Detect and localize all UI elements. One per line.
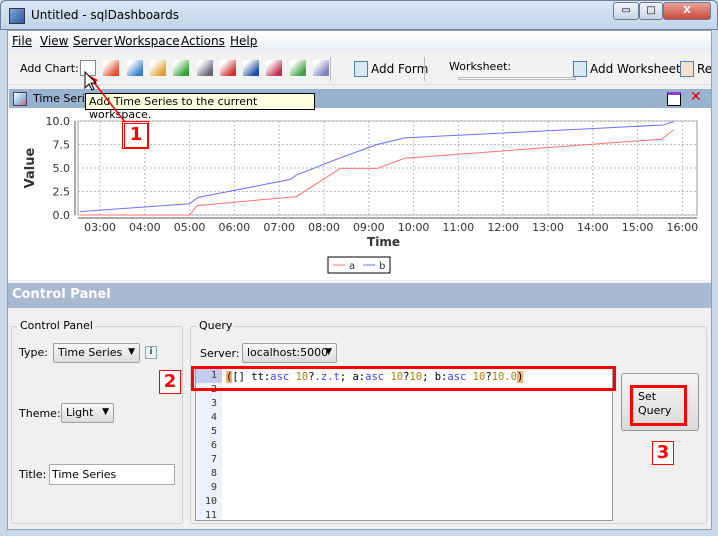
- y-axis-label: Value: [23, 147, 38, 188]
- legend-label-a: a: [349, 261, 355, 272]
- add-worksheet-button[interactable]: Add Worksheet: [573, 59, 681, 79]
- line-number: 5: [210, 426, 217, 437]
- line-number: 7: [210, 454, 217, 465]
- x-axis-label: Time: [367, 235, 400, 249]
- line-number: 4: [210, 412, 217, 423]
- line-number: 3: [210, 398, 217, 409]
- candlestick-icon[interactable]: [173, 60, 190, 76]
- annotation-2: 2: [159, 370, 181, 394]
- chevron-down-icon: ▼: [128, 347, 135, 357]
- line-number-gutter: 1 2 3 4 5 6 7 8 9 10 11: [196, 369, 222, 521]
- y-tick-label: 7.5: [53, 139, 71, 152]
- theme-label: Theme:: [19, 407, 61, 420]
- worksheet-label: Worksheet:: [449, 60, 512, 73]
- remove-worksheet-button[interactable]: Rem: [680, 59, 711, 79]
- x-tick-label: 09:00: [353, 221, 385, 234]
- set-query-button[interactable]: Set Query: [621, 373, 699, 431]
- theme-select[interactable]: Light ▼: [61, 403, 114, 423]
- control-panel-group-title: Control Panel: [18, 319, 95, 332]
- line-number: 10: [204, 496, 217, 507]
- type-select[interactable]: Time Series ▼: [53, 343, 140, 363]
- highlight-box-2: [191, 366, 616, 391]
- x-tick-label: 16:00: [667, 221, 699, 234]
- x-tick-label: 07:00: [263, 221, 295, 234]
- add-form-label: Add Form: [371, 62, 429, 76]
- type-label: Type:: [19, 346, 48, 359]
- server-value: localhost:5000: [247, 346, 329, 359]
- line-number: 9: [210, 482, 217, 493]
- type-value: Time Series: [58, 346, 123, 359]
- add-form-button[interactable]: Add Form: [354, 59, 428, 79]
- annotation-arrow: [84, 70, 126, 123]
- menu-view[interactable]: View: [40, 34, 68, 48]
- divider: [424, 57, 425, 81]
- x-tick-label: 14:00: [577, 221, 609, 234]
- title-label: Title:: [19, 468, 47, 481]
- set-query-label: Set Query: [630, 385, 687, 426]
- time-series-icon: [13, 92, 27, 106]
- table-icon[interactable]: [196, 60, 213, 76]
- window-title: Untitled - sqlDashboards: [31, 8, 179, 22]
- chevron-down-icon: ▼: [325, 347, 332, 357]
- x-tick-label: 06:00: [219, 221, 251, 234]
- x-tick-label: 08:00: [308, 221, 340, 234]
- mouse-cursor-icon: [84, 70, 98, 91]
- menu-bar: File View Server Workspace Actions Help: [8, 31, 711, 51]
- scatter-icon[interactable]: [313, 60, 329, 76]
- maximize-button[interactable]: □: [639, 2, 663, 20]
- line-number: 6: [210, 440, 217, 451]
- x-tick-label: 03:00: [84, 221, 116, 234]
- menu-server[interactable]: Server: [73, 34, 112, 48]
- line-number: 8: [210, 468, 217, 479]
- x-tick-label: 15:00: [622, 221, 654, 234]
- query-group-title: Query: [197, 319, 235, 332]
- server-label: Server:: [200, 347, 240, 360]
- close-button[interactable]: X: [663, 2, 711, 20]
- menu-workspace[interactable]: Workspace: [114, 34, 180, 48]
- chart-svg: 0.0 2.5 5.0 7.5 10.0 03:00 04:00 05:00 06:00 07:0…: [23, 115, 699, 274]
- menu-help[interactable]: Help: [230, 34, 257, 48]
- time-series-chart: 0.0 2.5 5.0 7.5 10.0 03:00 04:00 05:00 06:00 07:0…: [8, 108, 711, 280]
- title-input[interactable]: [49, 464, 175, 485]
- x-tick-label: 10:00: [398, 221, 430, 234]
- form-icon: [354, 61, 368, 77]
- y-tick-label: 10.0: [46, 115, 71, 128]
- menu-actions[interactable]: Actions: [181, 34, 225, 48]
- legend-label-b: b: [379, 261, 385, 272]
- y-tick-label: 5.0: [53, 162, 71, 175]
- x-tick-label: 04:00: [129, 221, 161, 234]
- worksheet-tabs[interactable]: [458, 77, 576, 80]
- info-icon[interactable]: i: [145, 346, 157, 359]
- server-select[interactable]: localhost:5000 ▼: [242, 343, 337, 363]
- x-tick-label: 05:00: [174, 221, 206, 234]
- remove-worksheet-label: Rem: [697, 62, 711, 76]
- app-icon: [9, 8, 25, 24]
- line-chart-icon[interactable]: [266, 60, 283, 76]
- line-number: 11: [204, 510, 217, 521]
- x-tick-label: 11:00: [443, 221, 475, 234]
- divider: [330, 57, 331, 81]
- y-tick-label: 0.0: [53, 209, 71, 222]
- heatmap-icon[interactable]: [219, 60, 236, 76]
- minimize-button[interactable]: ▭: [613, 2, 639, 20]
- y-tick-label: 2.5: [53, 186, 71, 199]
- title-bar: Untitled - sqlDashboards ▭ □ X: [0, 0, 718, 30]
- pie-chart-icon[interactable]: [289, 60, 306, 76]
- control-panel-group: Control Panel Type: Time Series ▼ i Theme…: [11, 319, 183, 524]
- worksheet-remove-icon: [680, 61, 694, 77]
- maximize-frame-icon[interactable]: [667, 92, 681, 106]
- close-frame-icon[interactable]: ✕: [690, 89, 702, 105]
- chevron-down-icon: ▼: [102, 407, 109, 417]
- histogram-icon[interactable]: [243, 60, 260, 76]
- theme-value: Light: [66, 406, 94, 419]
- menu-file[interactable]: File: [12, 34, 32, 48]
- add-chart-label: Add Chart:: [20, 62, 79, 75]
- add-worksheet-label: Add Worksheet: [590, 62, 681, 76]
- x-tick-label: 12:00: [487, 221, 519, 234]
- x-tick-label: 13:00: [532, 221, 564, 234]
- control-panel-header: Control Panel: [8, 283, 711, 308]
- worksheet-add-icon: [573, 61, 587, 77]
- annotation-3: 3: [652, 441, 674, 465]
